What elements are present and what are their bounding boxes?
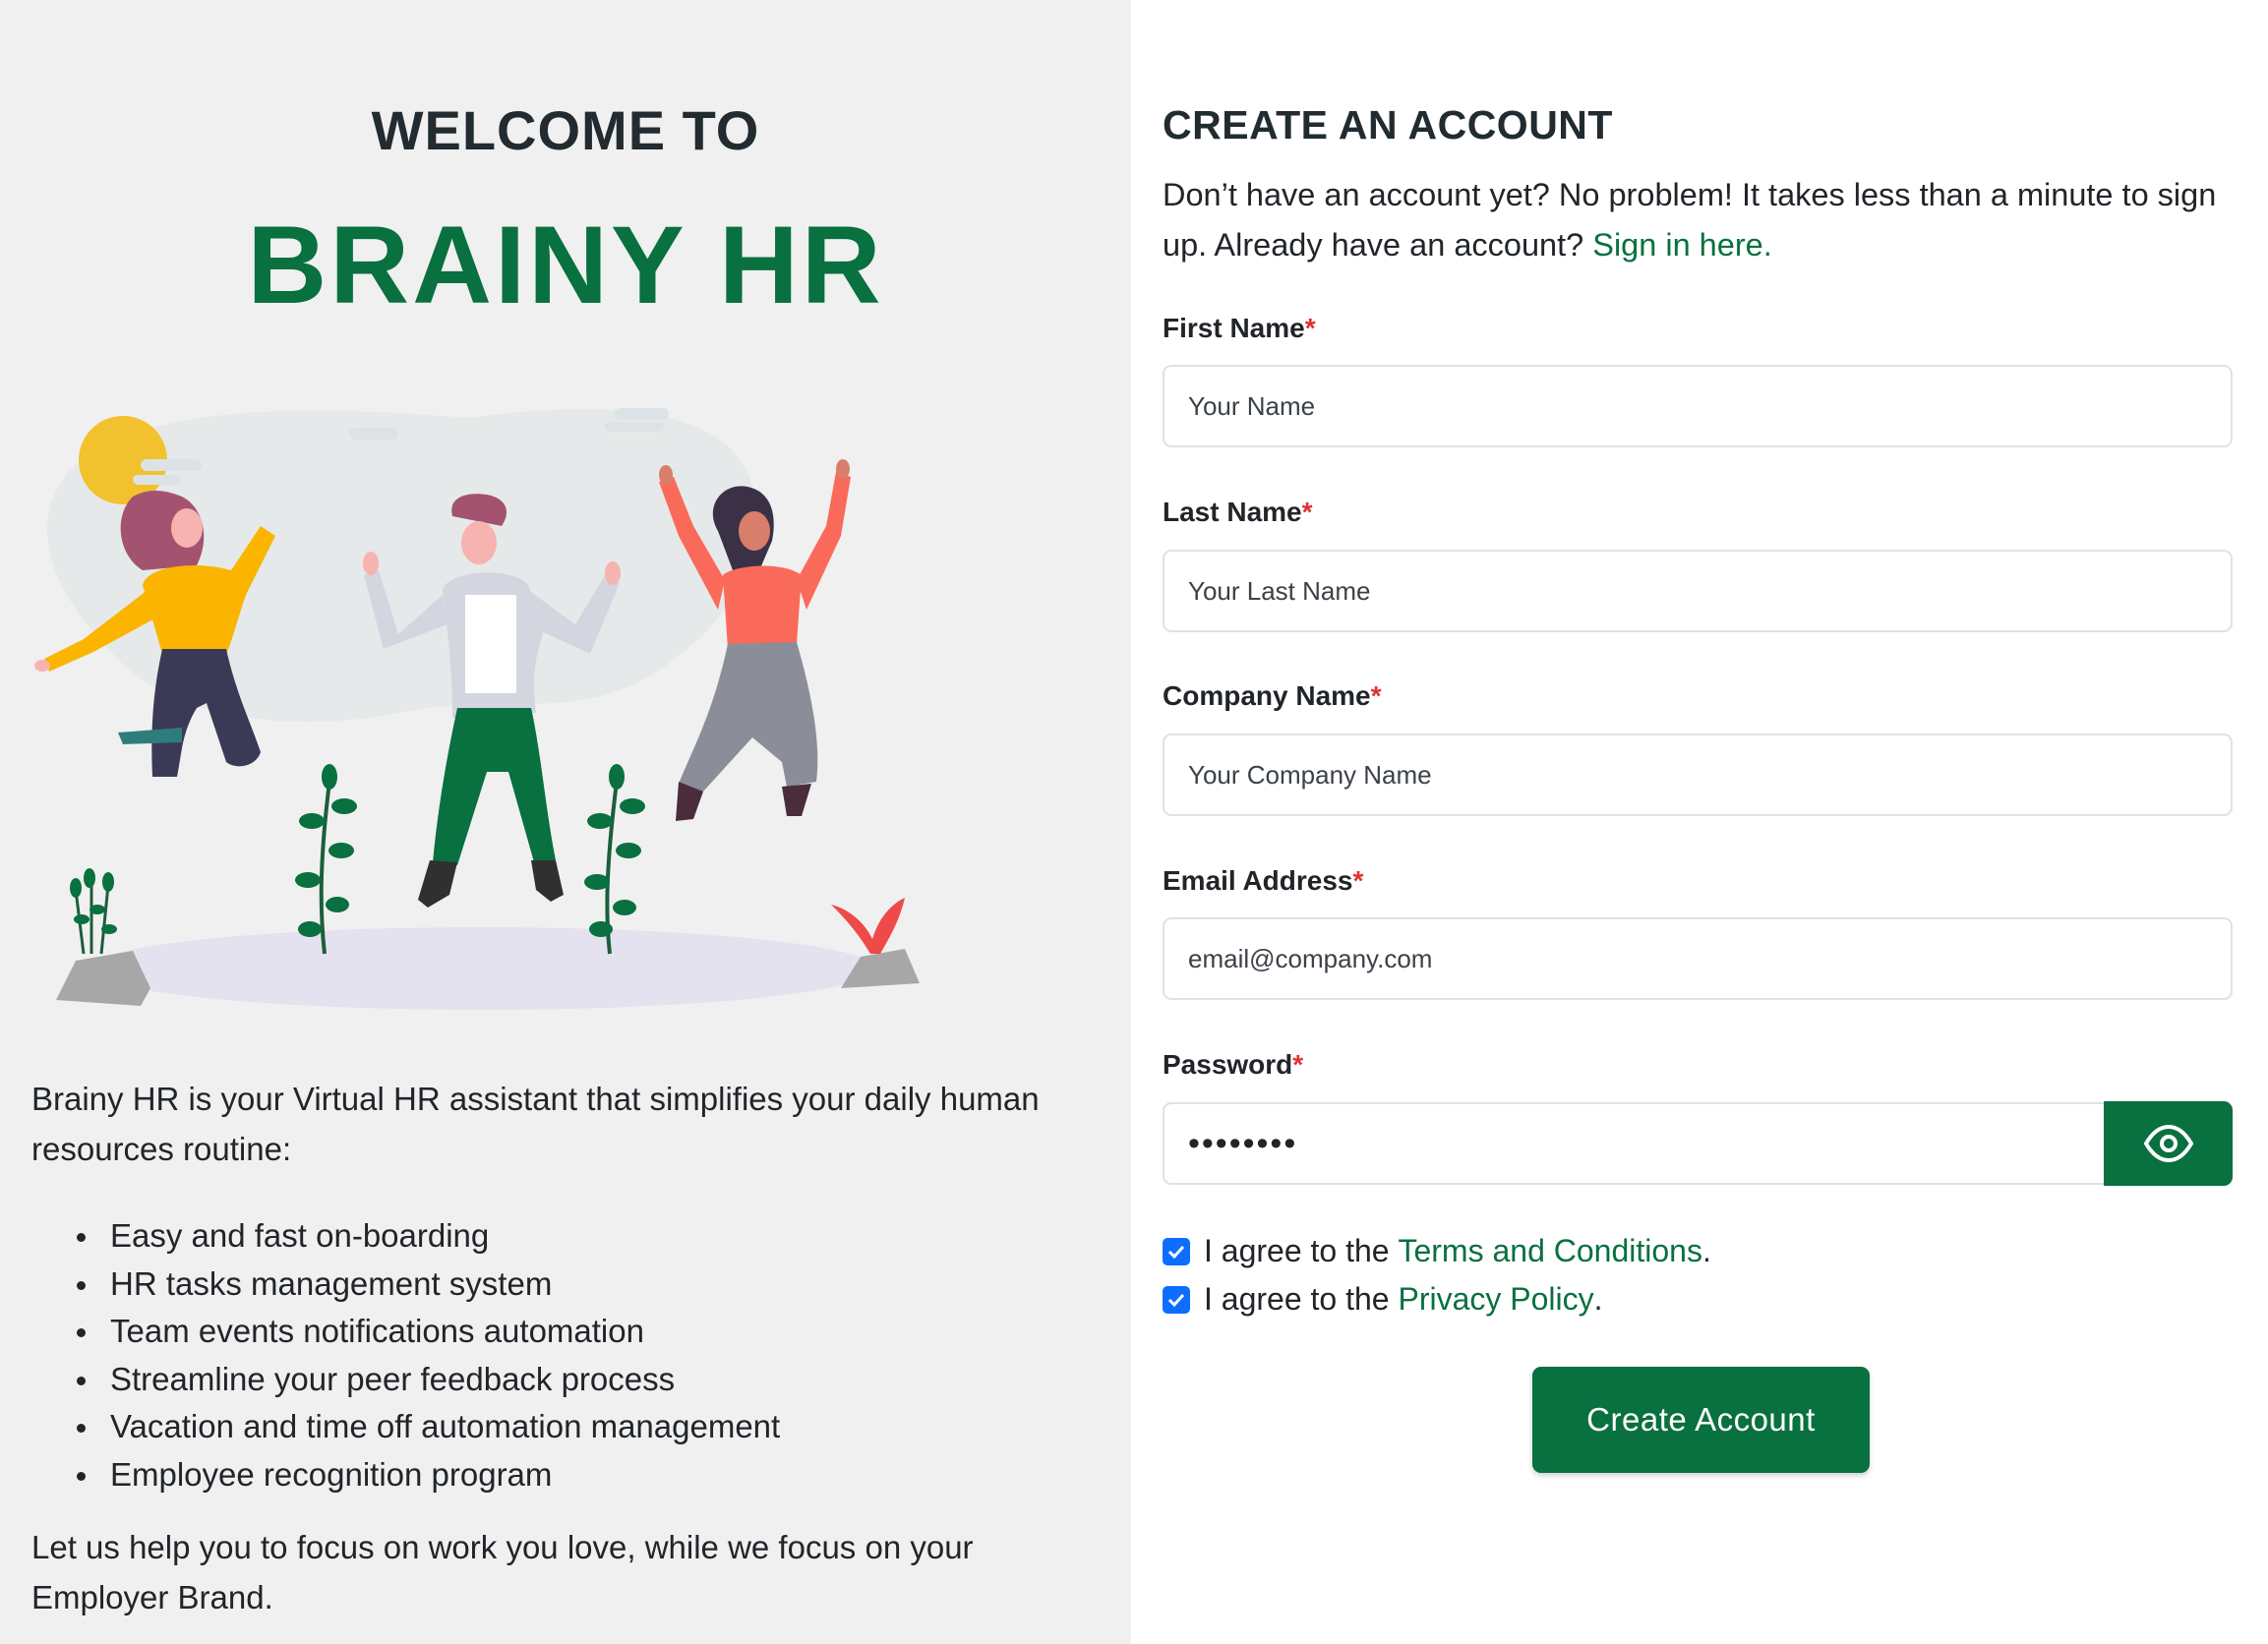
create-account-button[interactable]: Create Account bbox=[1532, 1367, 1870, 1473]
first-name-label-text: First Name bbox=[1163, 313, 1305, 343]
feature-item: Team events notifications automation bbox=[77, 1308, 1094, 1356]
privacy-link[interactable]: Privacy Policy bbox=[1398, 1281, 1593, 1318]
brand-title: BRAINY HR bbox=[247, 204, 884, 326]
terms-checkbox[interactable] bbox=[1163, 1237, 1190, 1265]
first-name-input[interactable] bbox=[1163, 365, 2233, 447]
signup-page: WELCOME TO BRAINY HR Brainy HR is your V… bbox=[0, 0, 2268, 1644]
feature-item: Easy and fast on-boarding bbox=[77, 1212, 1094, 1261]
check-icon bbox=[1167, 1245, 1185, 1259]
required-mark: * bbox=[1301, 497, 1313, 527]
password-label-text: Password bbox=[1163, 1049, 1293, 1080]
privacy-prefix: I agree to the bbox=[1204, 1281, 1390, 1317]
required-mark: * bbox=[1304, 313, 1316, 343]
feature-item: Employee recognition program bbox=[77, 1451, 1094, 1499]
last-name-label-text: Last Name bbox=[1163, 497, 1302, 527]
password-label: Password* bbox=[1163, 1049, 1303, 1081]
privacy-checkbox[interactable] bbox=[1163, 1285, 1190, 1314]
email-label-text: Email Address bbox=[1163, 865, 1353, 896]
welcome-heading: WELCOME TO bbox=[371, 99, 760, 161]
feature-item: HR tasks management system bbox=[77, 1261, 1094, 1309]
email-input[interactable] bbox=[1163, 917, 2233, 1000]
company-name-label: Company Name* bbox=[1163, 680, 1382, 712]
signup-form-panel: CREATE AN ACCOUNT Don’t have an account … bbox=[1131, 0, 2268, 1644]
email-label: Email Address* bbox=[1163, 865, 1363, 897]
eye-icon bbox=[2143, 1124, 2193, 1163]
welcome-panel: WELCOME TO BRAINY HR Brainy HR is your V… bbox=[0, 0, 1131, 1644]
feature-item: Vacation and time off automation managem… bbox=[77, 1403, 1094, 1451]
last-name-input[interactable] bbox=[1163, 550, 2233, 632]
privacy-suffix: . bbox=[1593, 1281, 1603, 1317]
check-icon bbox=[1167, 1293, 1185, 1307]
terms-agreement: I agree to the Terms and Conditions. bbox=[1163, 1233, 1711, 1269]
terms-prefix: I agree to the bbox=[1204, 1233, 1390, 1268]
privacy-agreement: I agree to the Privacy Policy. bbox=[1163, 1281, 1603, 1318]
company-name-input[interactable] bbox=[1163, 734, 2233, 816]
terms-suffix: . bbox=[1701, 1233, 1711, 1268]
intro-text: Brainy HR is your Virtual HR assistant t… bbox=[31, 1081, 1040, 1167]
outro-text: Let us help you to focus on work you lov… bbox=[31, 1529, 974, 1615]
password-input[interactable] bbox=[1163, 1102, 2104, 1185]
feature-item: Streamline your peer feedback process bbox=[77, 1356, 1094, 1404]
first-name-label: First Name* bbox=[1163, 313, 1316, 344]
form-subtitle: Don’t have an account yet? No problem! I… bbox=[1163, 170, 2235, 270]
required-mark: * bbox=[1292, 1049, 1304, 1080]
required-mark: * bbox=[1352, 865, 1364, 896]
form-title: CREATE AN ACCOUNT bbox=[1163, 102, 1613, 147]
people-jumping-illustration bbox=[34, 408, 920, 1010]
last-name-label: Last Name* bbox=[1163, 497, 1313, 528]
terms-link[interactable]: Terms and Conditions bbox=[1398, 1233, 1701, 1269]
show-password-button[interactable] bbox=[2104, 1101, 2233, 1186]
required-mark: * bbox=[1370, 680, 1382, 711]
feature-list: Easy and fast on-boarding HR tasks manag… bbox=[77, 1212, 1094, 1499]
signin-link[interactable]: Sign in here. bbox=[1592, 227, 1771, 263]
company-name-label-text: Company Name bbox=[1163, 680, 1371, 711]
